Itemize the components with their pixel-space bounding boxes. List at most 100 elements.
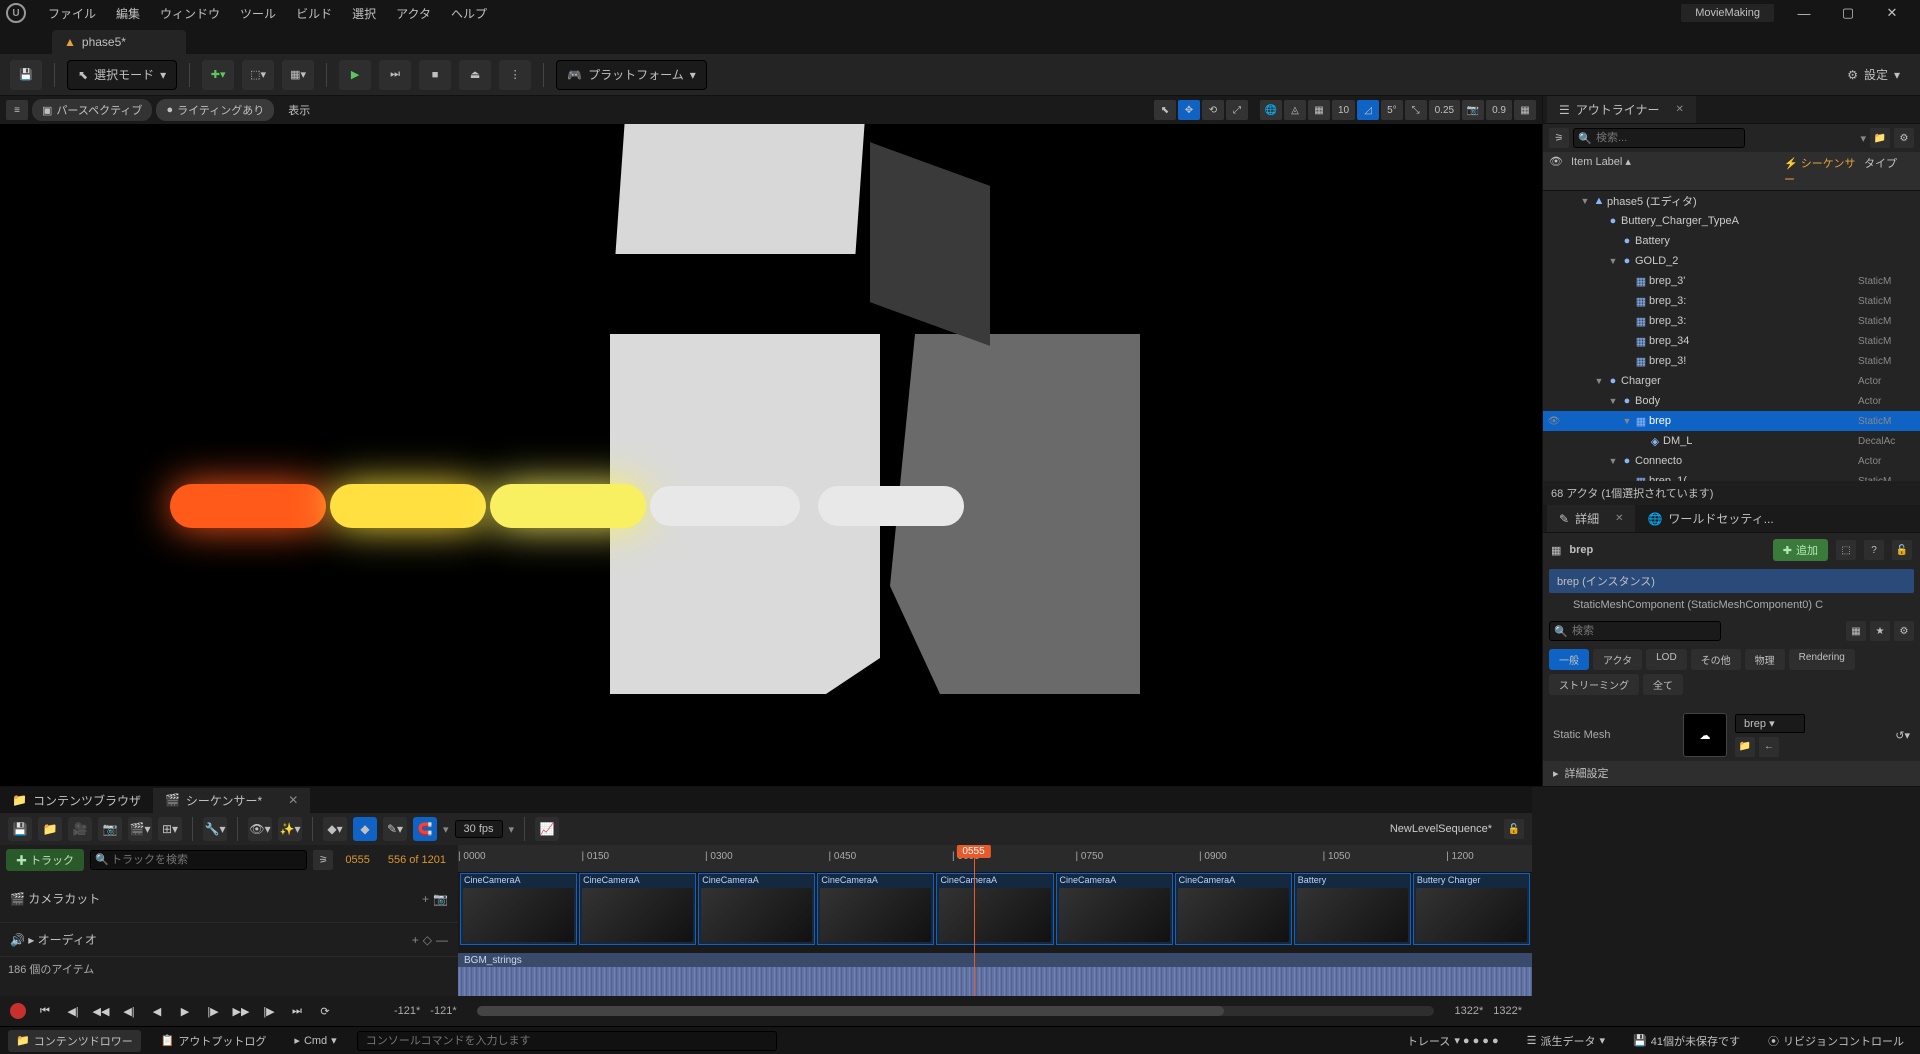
- mode-selector[interactable]: ⬉ 選択モード ▾: [67, 60, 177, 90]
- pen-button[interactable]: ✎▾: [383, 817, 407, 841]
- record-button[interactable]: [10, 1003, 26, 1019]
- actions-button[interactable]: 🎬▾: [128, 817, 152, 841]
- component-root[interactable]: brep (インスタンス): [1549, 569, 1914, 593]
- start-frame2[interactable]: -121*: [430, 1005, 456, 1017]
- audio-track[interactable]: 🔊 ▸ オーディオ +◇—: [0, 923, 458, 957]
- scale-snap-tool[interactable]: ⤡: [1405, 100, 1427, 120]
- eye-icon[interactable]: 👁: [1549, 155, 1571, 187]
- camera-lock-icon[interactable]: 📷: [433, 892, 448, 906]
- wrench-button[interactable]: 🔧▾: [203, 817, 227, 841]
- tree-row[interactable]: ◈DM_LDecalAc: [1543, 431, 1920, 451]
- grid-icon[interactable]: ▦: [1846, 621, 1866, 641]
- close-icon[interactable]: ✕: [1676, 104, 1684, 115]
- world-settings-tab[interactable]: 🌐 ワールドセッティ...: [1635, 505, 1785, 532]
- detail-settings-section[interactable]: ▸ 詳細設定: [1543, 761, 1920, 785]
- eject-button[interactable]: ⏏: [459, 60, 491, 90]
- category-tab[interactable]: アクタ: [1593, 649, 1642, 670]
- menu-select[interactable]: 選択: [342, 1, 386, 26]
- add-component-button[interactable]: ✚ 追加: [1773, 539, 1828, 561]
- end-frame2[interactable]: 1322*: [1493, 1005, 1522, 1017]
- level-tab[interactable]: ▲ phase5*: [52, 30, 186, 54]
- save-button[interactable]: 💾: [10, 60, 42, 90]
- time-ruler[interactable]: | 0000| 0150| 0300| 0450| 0600| 0750| 09…: [458, 845, 1532, 873]
- add-icon[interactable]: +: [412, 933, 419, 947]
- maximize-button[interactable]: ▢: [1826, 0, 1870, 26]
- select-tool[interactable]: ⬉: [1154, 100, 1176, 120]
- timeline[interactable]: | 0000| 0150| 0300| 0450| 0600| 0750| 09…: [458, 845, 1532, 996]
- close-icon[interactable]: ✕: [288, 793, 298, 807]
- autokey-toggle[interactable]: ◆: [353, 817, 377, 841]
- perspective-button[interactable]: ▣ パースペクティブ: [32, 99, 152, 121]
- lock-icon[interactable]: 🔓: [1504, 819, 1524, 839]
- prev-frame-button[interactable]: ◀|: [120, 1002, 138, 1020]
- tree-row[interactable]: ▦brep_3:StaticM: [1543, 311, 1920, 331]
- col-item-label[interactable]: Item Label ▴: [1571, 155, 1784, 187]
- browse-seq-button[interactable]: 📁: [38, 817, 62, 841]
- mesh-thumbnail[interactable]: ☁: [1683, 713, 1727, 757]
- scale-value[interactable]: 0.25: [1429, 100, 1460, 120]
- loop-button[interactable]: ⟳: [316, 1002, 334, 1020]
- add-icon[interactable]: +: [422, 892, 429, 906]
- tree-row[interactable]: ●Buttery_Charger_TypeA: [1543, 211, 1920, 231]
- lock-icon[interactable]: 🔓: [1892, 540, 1912, 560]
- close-button[interactable]: ✕: [1870, 0, 1914, 26]
- to-start-button[interactable]: ⏮: [36, 1002, 54, 1020]
- output-log-button[interactable]: 📋 アウトプットログ: [153, 1030, 275, 1052]
- rotate-tool[interactable]: ⟲: [1202, 100, 1224, 120]
- filter-icon[interactable]: ⚞: [1549, 128, 1569, 148]
- angle-snap-tool[interactable]: ◿: [1357, 100, 1379, 120]
- cinematics-button[interactable]: ▦▾: [282, 60, 314, 90]
- range-slider[interactable]: [477, 1006, 1435, 1016]
- tree-row[interactable]: ▼●ConnectoActor: [1543, 451, 1920, 471]
- sequencer-tab[interactable]: 🎬 シーケンサー* ✕: [153, 788, 310, 813]
- unsaved-indicator[interactable]: 💾 41個が未保存です: [1625, 1030, 1748, 1052]
- browse-icon[interactable]: 📁: [1735, 737, 1755, 757]
- star-icon[interactable]: ★: [1870, 621, 1890, 641]
- chevron-down-icon[interactable]: ▾: [1860, 132, 1866, 145]
- camera-clip[interactable]: CineCameraA: [579, 873, 696, 945]
- start-frame[interactable]: -121*: [394, 1005, 420, 1017]
- viewport-3d[interactable]: [0, 124, 1542, 786]
- col-seq[interactable]: ⚡ シーケンサー: [1784, 155, 1864, 187]
- mesh-asset-selector[interactable]: brep ▾: [1735, 714, 1805, 733]
- menu-help[interactable]: ヘルプ: [441, 1, 497, 26]
- tree-row[interactable]: ▦brep_3:StaticM: [1543, 291, 1920, 311]
- move-tool[interactable]: ✥: [1178, 100, 1200, 120]
- category-tab[interactable]: ストリーミング: [1549, 674, 1639, 695]
- folder-icon[interactable]: 📁: [1870, 128, 1890, 148]
- play-button[interactable]: ▶: [339, 60, 371, 90]
- play-forward-button[interactable]: ▶: [176, 1002, 194, 1020]
- snap-surface-tool[interactable]: ◬: [1284, 100, 1306, 120]
- tree-row[interactable]: ▼●BodyActor: [1543, 391, 1920, 411]
- settings-button[interactable]: ⚙ 設定 ▾: [1837, 60, 1910, 90]
- playhead[interactable]: [974, 845, 975, 996]
- scale-tool[interactable]: ⤢: [1226, 100, 1248, 120]
- angle-value[interactable]: 5°: [1381, 100, 1403, 120]
- audio-clip[interactable]: BGM_strings: [458, 953, 1532, 996]
- content-browser-tab[interactable]: 📁 コンテンツブラウザ: [0, 788, 153, 813]
- step-back-button[interactable]: ◀◀: [92, 1002, 110, 1020]
- menu-build[interactable]: ビルド: [286, 1, 342, 26]
- add-track-button[interactable]: ✚ トラック: [6, 849, 84, 871]
- derived-data-button[interactable]: ☰ 派生データ ▾: [1519, 1030, 1613, 1052]
- content-drawer-button[interactable]: 📁 コンテンツドロワー: [8, 1030, 141, 1052]
- camera-clip[interactable]: Buttery Charger: [1413, 873, 1530, 945]
- chevron-down-icon[interactable]: ▾: [509, 823, 515, 836]
- grid-snap-tool[interactable]: ▦: [1308, 100, 1330, 120]
- revision-control-button[interactable]: ⦿ リビジョンコントロール: [1760, 1030, 1912, 1052]
- outliner-search-input[interactable]: [1573, 128, 1745, 148]
- show-button[interactable]: 表示: [278, 99, 320, 121]
- menu-edit[interactable]: 編集: [106, 1, 150, 26]
- step-fwd-keyframe[interactable]: |▶: [260, 1002, 278, 1020]
- platforms-button[interactable]: 🎮 プラットフォーム ▾: [556, 60, 707, 90]
- tree-row[interactable]: ▦brep_3'StaticM: [1543, 271, 1920, 291]
- filter-icon[interactable]: ⚞: [313, 850, 333, 870]
- step-fwd-button[interactable]: ▶▶: [232, 1002, 250, 1020]
- camera-clip[interactable]: CineCameraA: [460, 873, 577, 945]
- viewport-menu-icon[interactable]: ≡: [6, 100, 28, 120]
- chevron-down-icon[interactable]: ▾: [1904, 729, 1910, 742]
- reset-icon[interactable]: ↺: [1895, 729, 1904, 742]
- dash-icon[interactable]: —: [436, 933, 448, 947]
- marketplace-button[interactable]: ⬚▾: [242, 60, 274, 90]
- camera-clip[interactable]: CineCameraA: [1175, 873, 1292, 945]
